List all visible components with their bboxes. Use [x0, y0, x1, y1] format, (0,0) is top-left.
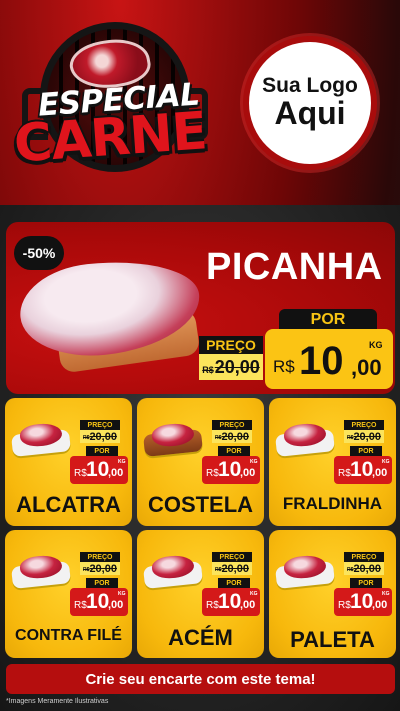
old-price-value: 20,00 — [353, 562, 381, 575]
old-price: R$ 20,00 — [80, 562, 120, 575]
product-card[interactable]: PREÇO R$ 20,00 POR R$ 10,00 KG ACÉM — [137, 530, 264, 658]
price-unit: KG — [369, 340, 383, 350]
old-price-label: PREÇO — [199, 336, 263, 354]
old-price-value: 20,00 — [221, 430, 249, 443]
product-price: R$ 10,00 KG — [334, 588, 392, 616]
price-decimal: ,00 — [240, 599, 256, 611]
price-decimal: ,00 — [351, 355, 382, 380]
old-price: R$ 20,00 — [212, 562, 252, 575]
old-price: R$ 20,00 — [344, 430, 384, 443]
flyer-canvas: ESPECIAL CARNE Sua Logo Aqui -50% PICANH… — [0, 0, 400, 711]
price-unit: KG — [118, 459, 126, 465]
price-integer: 10 — [299, 339, 344, 383]
new-price-label: POR — [86, 446, 118, 456]
logo-text-line1: Sua Logo — [262, 74, 358, 98]
old-price-label: PREÇO — [212, 552, 252, 562]
price-unit: KG — [250, 459, 258, 465]
price-unit: KG — [382, 591, 390, 597]
price-decimal: ,00 — [372, 599, 388, 611]
old-price-value: 20,00 — [353, 430, 381, 443]
price-integer: 10 — [86, 590, 110, 613]
price-integer: 10 — [350, 458, 374, 481]
old-price-value: 20,00 — [89, 430, 117, 443]
old-price: R$ 20,00 — [80, 430, 120, 443]
product-name: ALCATRA — [16, 492, 121, 517]
product-price: R$ 10,00 KG — [202, 456, 260, 484]
product-price: R$ 10,00 KG — [70, 588, 128, 616]
price-decimal: ,00 — [372, 467, 388, 479]
product-image — [275, 553, 335, 589]
old-price-label: PREÇO — [344, 552, 384, 562]
old-price: R$ 20,00 — [344, 562, 384, 575]
new-price-label: POR — [218, 446, 250, 456]
product-card[interactable]: PREÇO R$ 20,00 POR R$ 10,00 KG CONTRA FILÉ — [5, 530, 132, 658]
price-currency: R$ — [273, 357, 295, 376]
new-price-label: POR — [350, 578, 382, 588]
new-price-label: POR — [86, 578, 118, 588]
product-card[interactable]: PREÇO R$ 20,00 POR R$ 10,00 KG COSTELA — [137, 398, 264, 526]
price-currency: R$ — [74, 468, 87, 479]
old-price-currency: R$ — [202, 365, 214, 375]
price-unit: KG — [118, 591, 126, 597]
old-price-label: PREÇO — [80, 420, 120, 430]
price-integer: 10 — [86, 458, 110, 481]
product-image — [11, 553, 71, 589]
old-price-label: PREÇO — [80, 552, 120, 562]
price-integer: 10 — [218, 590, 242, 613]
price-currency: R$ — [338, 600, 351, 611]
product-image — [275, 421, 335, 457]
price-integer: 10 — [218, 458, 242, 481]
logo-text-line2: Aqui — [274, 95, 346, 132]
new-price-label: POR — [350, 446, 382, 456]
new-price-label: POR — [279, 309, 377, 331]
product-price: R$ 10,00 KG — [70, 456, 128, 484]
price-currency: R$ — [206, 600, 219, 611]
product-price: R$ 10,00 KG — [202, 588, 260, 616]
hero-price: R$ 10 ,00 KG — [265, 329, 393, 389]
old-price-value: 20,00 — [89, 562, 117, 575]
product-name: CONTRA FILÉ — [15, 627, 122, 644]
discount-badge: -50% — [14, 236, 64, 270]
product-image — [143, 421, 203, 457]
price-unit: KG — [382, 459, 390, 465]
product-image — [143, 553, 203, 589]
price-decimal: ,00 — [108, 467, 124, 479]
product-card[interactable]: PREÇO R$ 20,00 POR R$ 10,00 KG PALETA — [269, 530, 396, 658]
old-price-value: 20,00 — [221, 562, 249, 575]
product-price: R$ 10,00 KG — [334, 456, 392, 484]
product-name: PALETA — [290, 627, 375, 652]
old-price-value: 20,00 — [214, 356, 260, 377]
product-card[interactable]: PREÇO R$ 20,00 POR R$ 10,00 KG FRALDINHA — [269, 398, 396, 526]
price-decimal: ,00 — [108, 599, 124, 611]
old-price: R$ 20,00 — [212, 430, 252, 443]
logo-placeholder[interactable]: Sua Logo Aqui — [243, 36, 377, 170]
old-price: R$ 20,00 — [199, 354, 263, 380]
old-price-label: PREÇO — [212, 420, 252, 430]
cta-banner[interactable]: Crie seu encarte com este tema! — [6, 664, 395, 694]
hero-product-name: PICANHA — [206, 246, 383, 288]
price-integer: 10 — [350, 590, 374, 613]
product-image — [11, 421, 71, 457]
price-decimal: ,00 — [240, 467, 256, 479]
price-currency: R$ — [206, 468, 219, 479]
new-price-label: POR — [218, 578, 250, 588]
price-currency: R$ — [74, 600, 87, 611]
title-carne: CARNE — [12, 101, 209, 175]
price-unit: KG — [250, 591, 258, 597]
product-name: FRALDINHA — [282, 494, 383, 513]
product-name: ACÉM — [168, 625, 233, 650]
product-card[interactable]: PREÇO R$ 20,00 POR R$ 10,00 KG ALCATRA — [5, 398, 132, 526]
price-currency: R$ — [338, 468, 351, 479]
product-name: COSTELA — [147, 492, 254, 517]
old-price-label: PREÇO — [344, 420, 384, 430]
disclaimer: *Imagens Meramente Ilustrativas — [6, 698, 109, 705]
